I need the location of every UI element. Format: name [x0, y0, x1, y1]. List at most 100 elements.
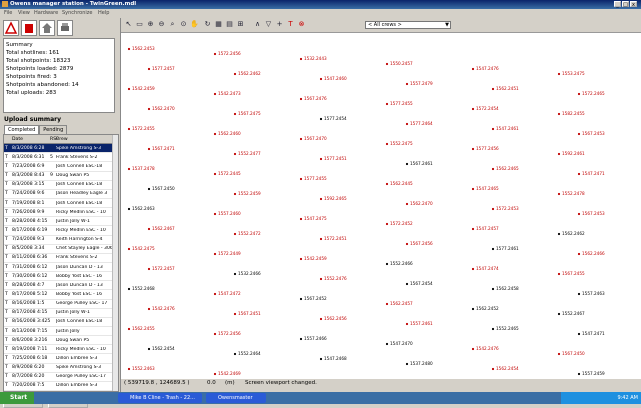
shotpoint-marker[interactable]	[577, 132, 581, 136]
table-row[interactable]: T 8/9/2008 6:20 Spike Amstrong S-3	[4, 364, 118, 373]
select-icon[interactable]: ▭	[135, 20, 144, 29]
shotpoint-marker[interactable]	[147, 107, 151, 111]
table-row[interactable]: T 8/17/2008 4:15 Justin Jolly W-1	[4, 309, 118, 318]
shotpoint-marker[interactable]	[471, 307, 475, 311]
shotpoint-marker[interactable]	[471, 107, 475, 111]
menu-help[interactable]: Help	[98, 10, 109, 16]
shotpoint-marker[interactable]	[213, 52, 217, 56]
refresh-icon[interactable]: ↻	[203, 20, 212, 29]
shotpoint-marker[interactable]	[147, 67, 151, 71]
table-row[interactable]: T 8/7/2008 6:20 George Pulley ESC-17	[4, 373, 118, 382]
shotpoint-marker[interactable]	[405, 322, 409, 326]
table-row[interactable]: T 8/3/2008 6:28 Spike Amstrong S-3	[4, 144, 118, 154]
shotpoint-marker[interactable]	[299, 57, 303, 61]
shotpoint-marker[interactable]	[491, 327, 495, 331]
shotpoint-marker[interactable]	[147, 347, 151, 351]
shotpoint-marker[interactable]	[127, 127, 131, 131]
table-icon[interactable]: ⊞	[236, 20, 245, 29]
shotpoint-marker[interactable]	[405, 362, 409, 366]
table-scrollbar[interactable]	[112, 135, 118, 391]
shotpoint-marker[interactable]	[213, 372, 217, 376]
table-row[interactable]: T 7/23/2008 6:9 Josh Connell ESC-18	[4, 162, 118, 172]
shotpoint-marker[interactable]	[471, 267, 475, 271]
shotpoint-marker[interactable]	[577, 172, 581, 176]
table-row[interactable]: T 7/30/2008 6:12 Bobby Yost ESC - 16	[4, 272, 118, 282]
shotpoint-marker[interactable]	[491, 167, 495, 171]
shotpoint-marker[interactable]	[147, 187, 151, 191]
table-row[interactable]: T 8/16/2008 3:425 Josh Connell ESC-18	[4, 318, 118, 327]
shotpoint-marker[interactable]	[147, 147, 151, 151]
shotpoint-marker[interactable]	[299, 337, 303, 341]
shotpoint-marker[interactable]	[577, 372, 581, 376]
shotpoint-marker[interactable]	[319, 357, 323, 361]
shotpoint-marker[interactable]	[385, 142, 389, 146]
shotpoint-marker[interactable]	[577, 292, 581, 296]
table-row[interactable]: T 7/19/2008 8:1 Josh Connell ESC-18	[4, 199, 118, 209]
zoom-in-icon[interactable]: ⊕	[146, 20, 155, 29]
shotpoint-marker[interactable]	[385, 262, 389, 266]
shotpoint-marker[interactable]	[385, 302, 389, 306]
pointer-icon[interactable]: ↖	[124, 20, 133, 29]
shotpoint-marker[interactable]	[127, 207, 131, 211]
shotpoint-marker[interactable]	[471, 187, 475, 191]
shotpoint-marker[interactable]	[385, 182, 389, 186]
shotpoint-marker[interactable]	[405, 162, 409, 166]
alert-button[interactable]	[3, 20, 19, 36]
shotpoint-marker[interactable]	[127, 287, 131, 291]
add-point-icon[interactable]: +	[275, 20, 284, 29]
shotpoint-marker[interactable]	[471, 67, 475, 71]
task-owensmaster[interactable]: Owensmaster	[206, 393, 266, 403]
shotpoint-marker[interactable]	[233, 72, 237, 76]
minimize-button[interactable]: _	[614, 1, 621, 8]
shotpoint-marker[interactable]	[233, 352, 237, 356]
shotpoint-marker[interactable]	[319, 317, 323, 321]
shotpoint-marker[interactable]	[491, 127, 495, 131]
shotpoint-marker[interactable]	[405, 202, 409, 206]
shotpoint-marker[interactable]	[213, 292, 217, 296]
shotpoint-marker[interactable]	[127, 47, 131, 51]
shotpoint-marker[interactable]	[299, 137, 303, 141]
table-row[interactable]: T 8/3/2008 3:15 Josh Connell ESC-18	[4, 181, 118, 190]
shotpoint-marker[interactable]	[147, 267, 151, 271]
maximize-button[interactable]: □	[622, 1, 629, 8]
shotpoint-marker[interactable]	[405, 122, 409, 126]
zoom-out-icon[interactable]: ⊖	[157, 20, 166, 29]
shotpoint-marker[interactable]	[491, 367, 495, 371]
delete-button[interactable]	[21, 20, 37, 36]
menu-synchronize[interactable]: Synchronize	[62, 10, 92, 16]
grid-icon[interactable]: ▦	[214, 20, 223, 29]
header-date[interactable]: Date	[12, 137, 50, 142]
shotpoint-marker[interactable]	[299, 297, 303, 301]
shotpoint-marker[interactable]	[127, 247, 131, 251]
table-row[interactable]: T 8/28/2008 4:7 Jason Duncan D - 13	[4, 281, 118, 291]
shotpoint-marker[interactable]	[147, 227, 151, 231]
shotpoint-marker[interactable]	[319, 277, 323, 281]
table-row[interactable]: T 8/16/2008 1:5 George Pulley ESC- 17	[4, 300, 118, 309]
shotpoint-marker[interactable]	[491, 287, 495, 291]
shotpoint-marker[interactable]	[471, 227, 475, 231]
shotpoint-marker[interactable]	[233, 232, 237, 236]
table-row[interactable]: T 8/3/2008 6:31 5 Frank Stevens S-2	[4, 153, 118, 163]
table-row[interactable]: T 8/11/2008 6:36 Frank Stevens S-2	[4, 254, 118, 263]
shotpoint-marker[interactable]	[299, 97, 303, 101]
shotpoint-marker[interactable]	[233, 312, 237, 316]
shotpoint-marker[interactable]	[557, 352, 561, 356]
shotpoint-marker[interactable]	[299, 257, 303, 261]
menu-file[interactable]: File	[4, 10, 12, 16]
table-row[interactable]: T 8/6/2008 3:216 Doug Swan P5	[4, 336, 118, 346]
shotpoint-marker[interactable]	[557, 72, 561, 76]
map-canvas[interactable]: 1562.2453 1572.2456 1532.2443 1550.2457 1547…	[121, 33, 641, 379]
marker-icon[interactable]: ⊗	[297, 20, 306, 29]
shotpoint-marker[interactable]	[405, 282, 409, 286]
shotpoint-marker[interactable]	[233, 112, 237, 116]
shotpoint-marker[interactable]	[127, 167, 131, 171]
shotpoint-marker[interactable]	[147, 307, 151, 311]
shotpoint-marker[interactable]	[471, 147, 475, 151]
shotpoint-marker[interactable]	[491, 87, 495, 91]
table-row[interactable]: T 8/3/2008 8:43 9 Doug Swan P5	[4, 172, 118, 181]
shotpoint-marker[interactable]	[385, 342, 389, 346]
pan-icon[interactable]: ✋	[190, 20, 199, 29]
shotpoint-marker[interactable]	[233, 152, 237, 156]
shotpoint-marker[interactable]	[405, 82, 409, 86]
text-icon[interactable]: T	[286, 20, 295, 29]
